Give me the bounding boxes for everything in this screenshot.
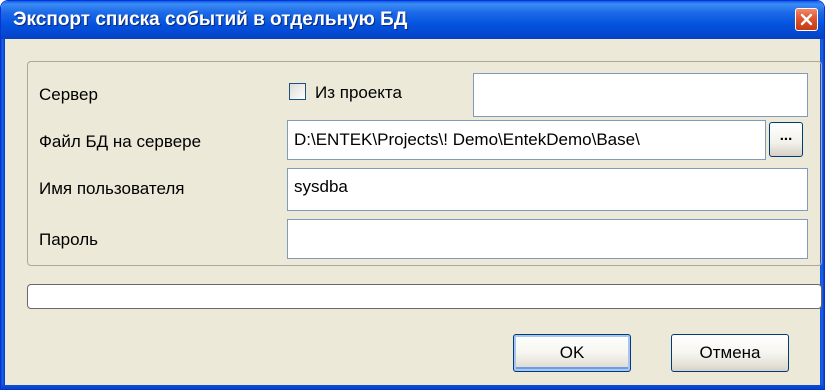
server-input[interactable] (473, 73, 808, 117)
username-label: Имя пользователя (39, 179, 185, 198)
export-progress-bar (27, 284, 822, 309)
ok-button[interactable]: OK (513, 334, 631, 372)
close-button[interactable] (795, 8, 818, 31)
window-title: Экспорт списка событий в отдельную БД (13, 9, 408, 30)
password-label: Пароль (39, 230, 98, 249)
window-frame-left (1, 39, 5, 389)
from-project-checkbox[interactable] (289, 83, 306, 100)
title-bar[interactable]: Экспорт списка событий в отдельную БД (1, 1, 824, 39)
export-dialog: Экспорт списка событий в отдельную БД Се… (0, 0, 825, 390)
cancel-button[interactable]: Отмена (671, 334, 789, 372)
browse-button[interactable]: ... (769, 122, 803, 157)
db-file-label: Файл БД на сервере (39, 132, 202, 151)
username-input[interactable]: sysdba (287, 168, 808, 211)
close-icon (800, 13, 813, 26)
db-file-input[interactable]: D:\ENTEK\Projects\! Demo\EntekDemo\Base\ (287, 120, 766, 160)
password-input[interactable] (287, 219, 808, 259)
from-project-label[interactable]: Из проекта (315, 83, 402, 103)
window-frame-bottom (1, 385, 824, 389)
server-label: Сервер (39, 85, 98, 104)
